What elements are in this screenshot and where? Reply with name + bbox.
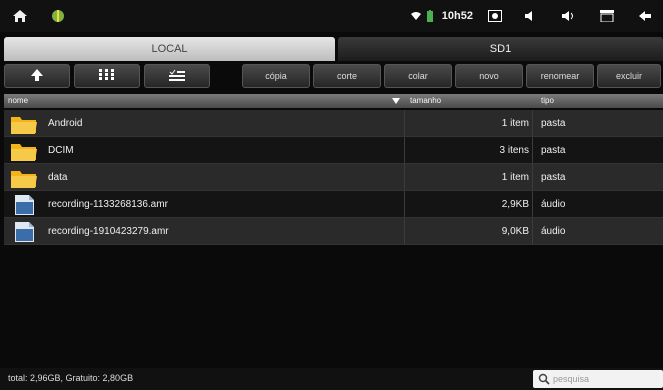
file-type: pasta (541, 118, 566, 129)
file-name: DCIM (48, 145, 74, 156)
file-name: data (48, 172, 68, 183)
file-size: 2,9KB (501, 199, 529, 210)
menu-icon[interactable] (587, 0, 627, 32)
footer: total: 2,96GB, Gratuito: 2,80GB pesquisa (0, 368, 663, 390)
toolbar: cópia corte colar novo renomear excluir (4, 64, 663, 90)
search-input[interactable]: pesquisa (533, 370, 663, 388)
column-divider (532, 110, 533, 136)
folder-icon (10, 113, 38, 135)
clock: 10h52 (441, 10, 473, 22)
home-icon[interactable] (10, 6, 30, 26)
delete-button[interactable]: excluir (597, 64, 661, 88)
file-type: áudio (541, 199, 566, 210)
paste-button[interactable]: colar (384, 64, 452, 88)
audio-file-icon (10, 221, 38, 243)
search-placeholder: pesquisa (553, 374, 590, 384)
cut-button[interactable]: corte (313, 64, 381, 88)
sort-down-icon[interactable] (392, 97, 400, 106)
screenshot-icon[interactable] (479, 0, 511, 32)
view-grid-button[interactable] (74, 64, 140, 88)
file-size: 3 itens (499, 145, 529, 156)
up-button[interactable] (4, 64, 70, 88)
column-divider (532, 218, 533, 244)
grid-icon (99, 69, 115, 83)
multiselect-button[interactable] (144, 64, 210, 88)
file-type: áudio (541, 226, 566, 237)
file-row-android[interactable]: Android 1 item pasta (4, 110, 663, 137)
copy-button[interactable]: cópia (242, 64, 310, 88)
file-row-data[interactable]: data 1 item pasta (4, 164, 663, 191)
column-divider (532, 164, 533, 190)
column-name-header[interactable]: nome (8, 96, 28, 105)
column-size-header[interactable]: tamanho (410, 96, 441, 105)
tab-sd1[interactable]: SD1 (338, 37, 663, 61)
battery-icon (424, 0, 436, 32)
file-size: 9,0KB (501, 226, 529, 237)
file-name: recording-1910423279.amr (48, 226, 169, 237)
tab-local[interactable]: LOCAL (4, 37, 335, 61)
storage-summary: total: 2,96GB, Gratuito: 2,80GB (8, 373, 134, 383)
android-icon (48, 6, 68, 26)
folder-icon (10, 167, 38, 189)
column-divider (404, 110, 405, 136)
file-type: pasta (541, 172, 566, 183)
file-row-recording-2[interactable]: recording-1910423279.amr 9,0KB áudio (4, 218, 663, 245)
volume-down-icon[interactable] (511, 0, 549, 32)
status-bar: 10h52 (0, 0, 663, 32)
volume-up-icon[interactable] (549, 0, 587, 32)
back-icon[interactable] (627, 0, 663, 32)
column-divider (404, 191, 405, 217)
file-row-dcim[interactable]: DCIM 3 itens pasta (4, 137, 663, 164)
column-divider (404, 137, 405, 163)
column-divider (532, 191, 533, 217)
file-size: 1 item (501, 172, 529, 183)
rename-button[interactable]: renomear (526, 64, 594, 88)
file-name: recording-1133268136.amr (48, 199, 168, 210)
column-divider (532, 137, 533, 163)
file-row-recording-1[interactable]: recording-1133268136.amr 2,9KB áudio (4, 191, 663, 218)
multiselect-icon (169, 69, 185, 83)
wifi-icon (408, 0, 424, 32)
storage-tabs: LOCAL SD1 (4, 37, 663, 61)
search-icon (538, 373, 550, 385)
up-arrow-icon (30, 68, 44, 84)
file-type: pasta (541, 145, 566, 156)
column-type-header[interactable]: tipo (541, 96, 554, 105)
new-button[interactable]: novo (455, 64, 523, 88)
folder-icon (10, 140, 38, 162)
column-divider (404, 164, 405, 190)
audio-file-icon (10, 194, 38, 216)
column-divider (404, 218, 405, 244)
column-header: nome tamanho tipo (4, 94, 663, 108)
file-list: Android 1 item pasta DCIM 3 itens pasta … (4, 110, 663, 245)
file-name: Android (48, 118, 83, 129)
file-size: 1 item (501, 118, 529, 129)
